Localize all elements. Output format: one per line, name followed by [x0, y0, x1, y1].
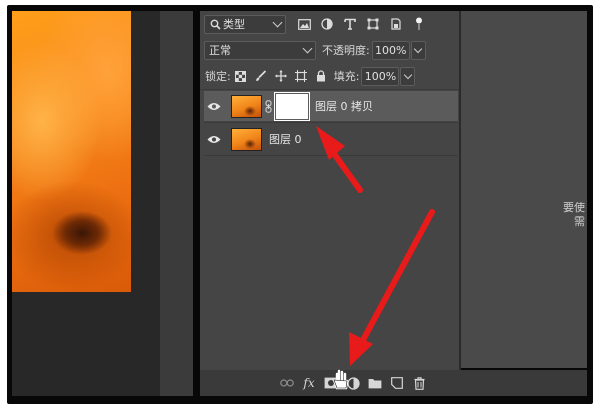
red-arrow-lower — [349, 209, 435, 366]
annotation-arrows — [316, 126, 435, 390]
hand-cursor-icon — [332, 369, 349, 390]
red-arrow-upper — [316, 126, 363, 193]
